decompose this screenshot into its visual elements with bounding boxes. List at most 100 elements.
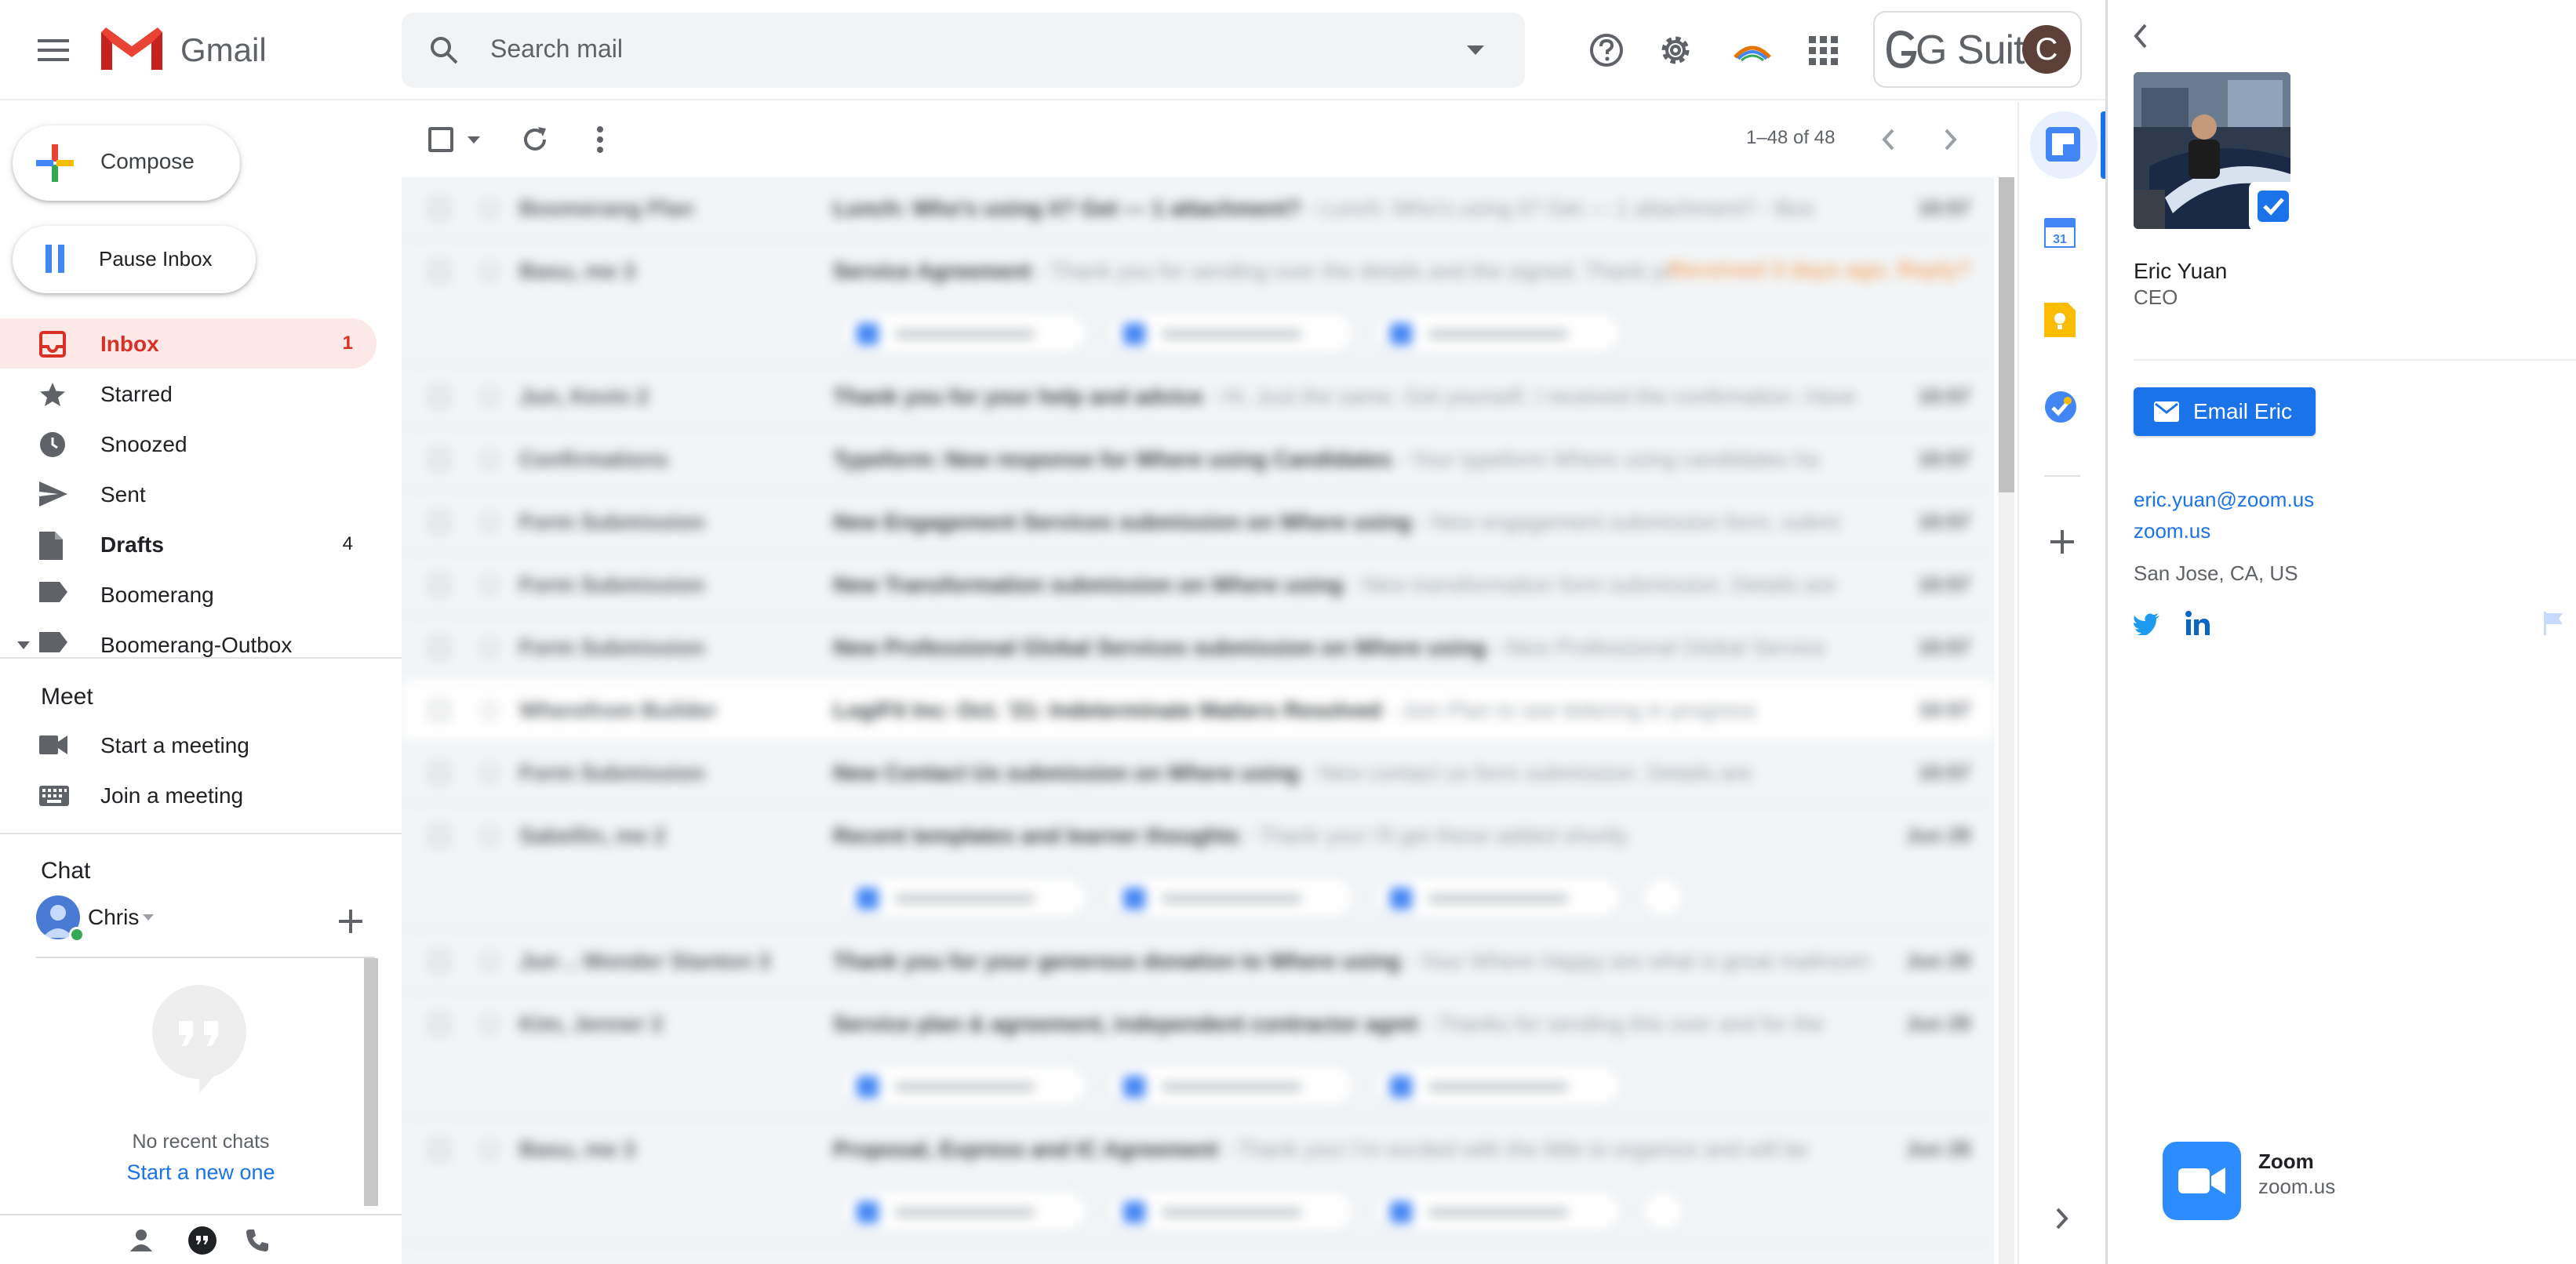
row-checkbox[interactable] [430,638,449,657]
contact-email-link[interactable]: eric.yuan@zoom.us [2134,488,2314,512]
attachment-chip[interactable] [1108,1189,1355,1233]
row-checkbox[interactable] [430,1015,449,1033]
row-star-icon[interactable] [478,637,500,659]
email-row[interactable]: Kim, Jenner 2 Service plan & agreement, i… [402,993,1994,1118]
gmail-logo-icon[interactable] [100,25,163,74]
row-star-icon[interactable] [478,574,500,596]
expand-triangle-icon[interactable] [17,641,30,649]
row-checkbox[interactable] [430,576,449,594]
row-star-icon[interactable] [478,511,500,533]
apps-grid-icon[interactable] [1806,33,1842,69]
search-bar[interactable]: Search mail [402,13,1525,88]
email-list-scrollbar[interactable] [1999,177,2014,1264]
company-card-title[interactable]: Zoom [2258,1150,2314,1174]
attachment-chip[interactable] [841,875,1089,919]
start-new-chat-link[interactable]: Start a new one [0,1160,402,1185]
sidebar-item-inbox[interactable]: Inbox 1 [0,318,377,369]
row-checkbox[interactable] [430,199,449,218]
row-checkbox[interactable] [430,450,449,469]
select-options-dropdown-icon[interactable] [468,136,480,143]
sidebar-item-boomerang[interactable]: Boomerang [0,569,377,619]
email-row[interactable]: Basu, me 3 Proposal, Express and IC Agree… [402,1118,1994,1244]
sidebar-item-starred[interactable]: Starred [0,369,377,419]
main-menu-icon[interactable] [35,31,72,69]
linkedin-icon[interactable] [2185,610,2211,637]
attachment-chip[interactable] [1108,311,1355,354]
compose-button[interactable]: Compose [13,125,240,201]
row-star-icon[interactable] [478,260,500,282]
row-checkbox[interactable] [430,262,449,281]
email-row[interactable]: Boomerang Plan Lunch: Who's using it? Get… [402,177,1994,240]
tasks-icon[interactable] [2044,390,2080,427]
twitter-icon[interactable] [2133,613,2159,635]
contact-website-link[interactable]: zoom.us [2134,519,2210,543]
row-star-icon[interactable] [478,825,500,847]
email-row[interactable]: Form Submission New Transformation submis… [402,554,1994,616]
zoom-app-logo-icon[interactable] [2163,1142,2241,1220]
hangouts-chat-icon[interactable] [188,1226,216,1255]
attachment-chip[interactable] [841,311,1089,354]
row-checkbox[interactable] [430,826,449,845]
attachment-chip[interactable] [1374,875,1622,919]
attachment-chip[interactable] [1108,1063,1355,1107]
back-chevron-left-icon[interactable] [2133,24,2148,49]
pause-inbox-button[interactable]: Pause Inbox [13,226,256,293]
search-icon[interactable] [428,35,460,66]
row-checkbox[interactable] [430,952,449,971]
search-input[interactable]: Search mail [490,35,623,64]
attachment-chip[interactable] [1374,1189,1622,1233]
more-options-vertical-icon[interactable] [596,125,604,154]
calendar-icon[interactable]: 31 [2044,216,2080,252]
row-star-icon[interactable] [478,1013,500,1035]
sidebar-item-sent[interactable]: Sent [0,469,377,519]
phone-call-icon[interactable] [245,1228,270,1253]
email-row[interactable]: Jun, Kevin 2 Thank you for your help and … [402,365,1994,428]
keep-notes-icon[interactable] [2044,303,2080,339]
sidebar-item-boomerang-outbox[interactable]: Boomerang-Outbox [0,619,377,670]
gsuite-account-switcher[interactable]: G Suite C [1873,11,2082,88]
row-checkbox[interactable] [430,764,449,783]
join-meeting-item[interactable]: Join a meeting [0,770,377,820]
email-row[interactable]: Form Submission New Professional Global S… [402,616,1994,679]
row-checkbox[interactable] [430,513,449,532]
attachment-chip[interactable] [1374,311,1622,354]
more-attachments-chip[interactable] [1641,1189,1685,1233]
expand-panel-chevron-icon[interactable] [2055,1208,2071,1231]
start-meeting-item[interactable]: Start a meeting [0,720,377,770]
account-avatar[interactable]: C [2022,25,2071,74]
email-row[interactable]: Sabellin, me 2 Recent templates and learn… [402,805,1994,930]
email-row[interactable]: Jun .. Wonder Stanton 3 Thank you for you… [402,930,1994,993]
row-checkbox[interactable] [430,1140,449,1159]
new-chat-plus-icon[interactable] [339,910,362,933]
chat-user-name[interactable]: Chris [88,905,139,930]
attachment-chip[interactable] [841,1063,1089,1107]
row-star-icon[interactable] [478,449,500,470]
email-row[interactable]: Form Submission New Engagement Services s… [402,491,1994,554]
row-checkbox[interactable] [430,387,449,406]
more-attachments-chip[interactable] [1641,875,1685,919]
email-row[interactable]: Basu, me 3 Service Agreement - Thank you … [402,240,1994,365]
add-addon-plus-icon[interactable] [2050,530,2074,554]
email-contact-button[interactable]: Email Eric [2134,387,2316,436]
help-icon[interactable] [1588,31,1625,69]
row-star-icon[interactable] [478,198,500,220]
sidebar-item-snoozed[interactable]: Snoozed [0,419,377,469]
row-checkbox[interactable] [430,701,449,720]
chat-status-dropdown-icon[interactable] [143,914,154,921]
sidebar-item-drafts[interactable]: Drafts 4 [0,519,377,569]
boomerang-addon-icon[interactable] [2046,127,2082,163]
row-star-icon[interactable] [478,699,500,721]
email-row[interactable]: Wherefrom Builder LogiFit Inc: Oct. '21: … [402,679,1994,742]
row-star-icon[interactable] [478,762,500,784]
email-row[interactable]: Confirmations Typeform: New response for … [402,428,1994,491]
row-star-icon[interactable] [478,1139,500,1160]
select-all-checkbox[interactable] [428,127,453,152]
row-star-icon[interactable] [478,950,500,972]
attachment-chip[interactable] [1374,1063,1622,1107]
boomerang-icon[interactable] [1730,36,1774,64]
scrollbar-thumb[interactable] [1999,177,2014,492]
row-star-icon[interactable] [478,386,500,408]
search-options-dropdown-icon[interactable] [1467,45,1484,55]
refresh-icon[interactable] [521,125,549,154]
attachment-chip[interactable] [1108,875,1355,919]
